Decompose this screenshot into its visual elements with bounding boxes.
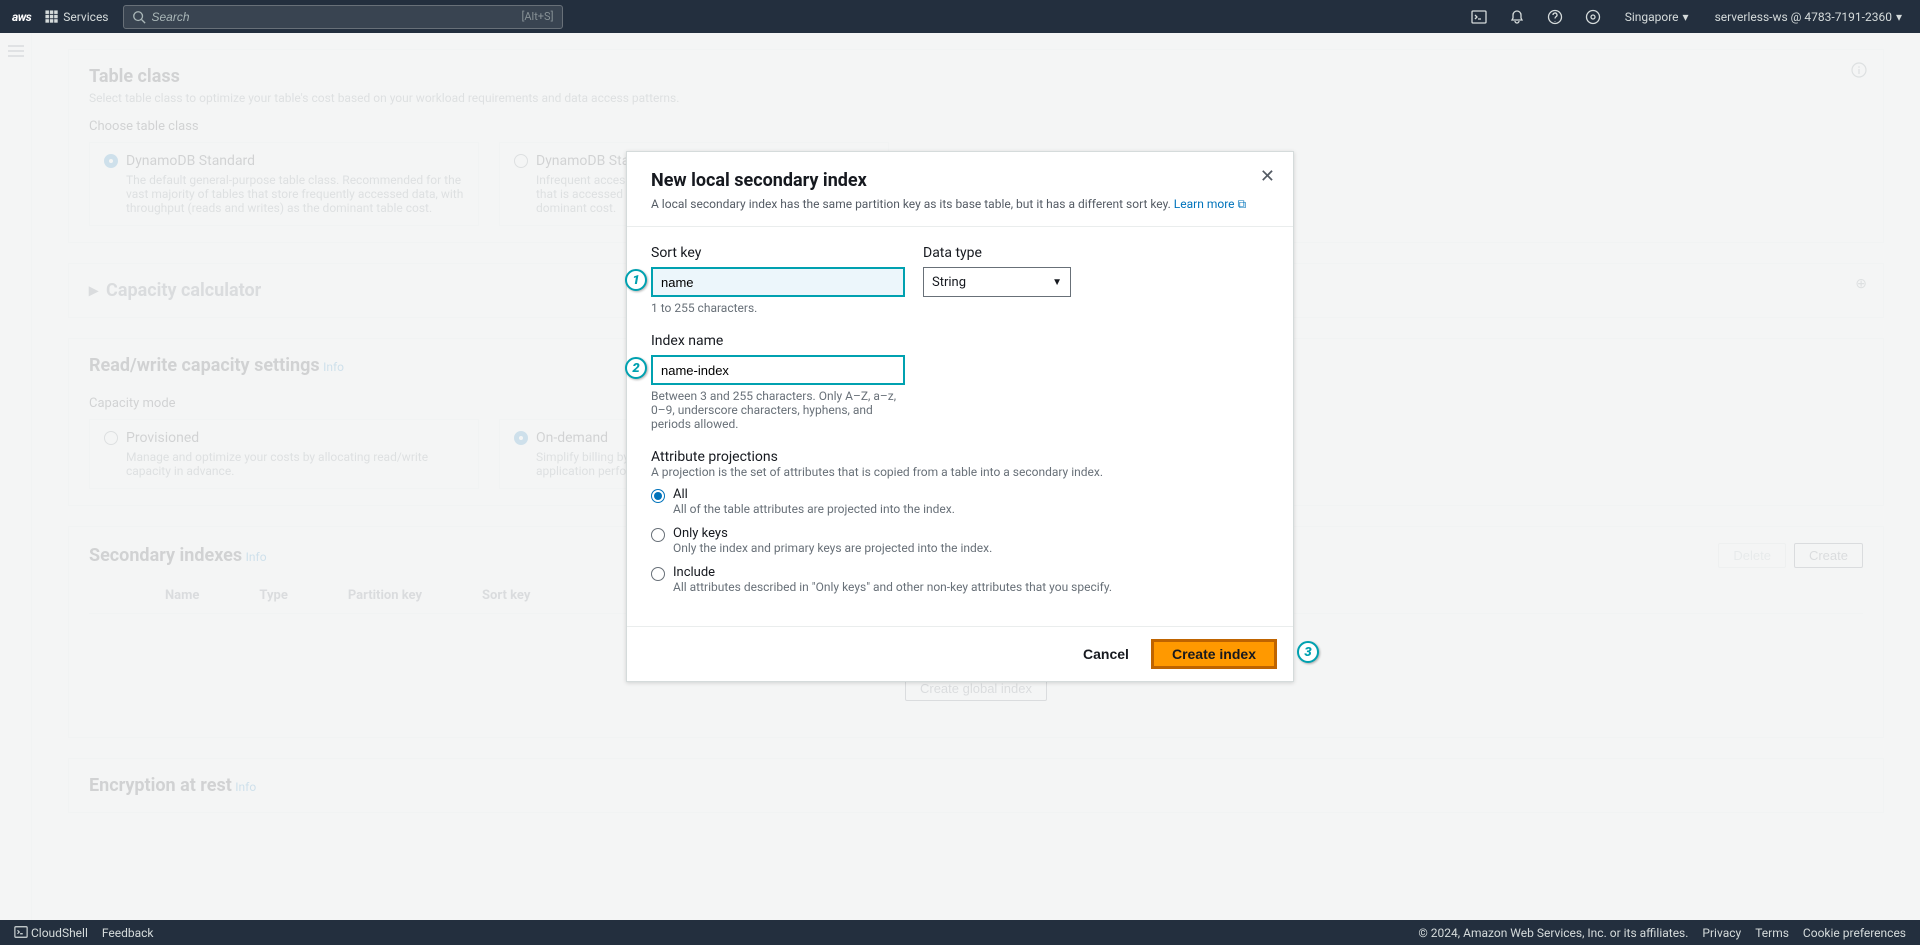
learn-more-link[interactable]: Learn more ⧉ [1174, 197, 1246, 211]
grid-icon [45, 10, 59, 24]
data-type-select[interactable]: String ▼ [923, 267, 1071, 297]
global-search[interactable]: [Alt+S] [123, 5, 563, 29]
caret-down-icon: ▼ [1052, 277, 1062, 288]
projection-all[interactable]: All All of the table attributes are proj… [651, 487, 1269, 516]
radio-desc: All of the table attributes are projecte… [673, 502, 955, 516]
attr-proj-title: Attribute projections [651, 449, 1269, 465]
modal-title: New local secondary index [651, 170, 1269, 191]
cloudshell-icon[interactable] [1467, 5, 1491, 29]
radio-icon [651, 528, 665, 542]
index-name-input[interactable] [651, 355, 905, 385]
region-label: Singapore [1625, 10, 1679, 24]
sort-key-hint: 1 to 255 characters. [651, 301, 901, 315]
radio-selected-icon [651, 489, 665, 503]
step-marker-3: 3 [1297, 641, 1319, 663]
cancel-button[interactable]: Cancel [1071, 640, 1141, 668]
copyright: © 2024, Amazon Web Services, Inc. or its… [1418, 926, 1688, 940]
services-menu[interactable]: Services [45, 10, 108, 24]
region-selector[interactable]: Singapore ▾ [1619, 10, 1695, 24]
account-selector[interactable]: serverless-ws @ 4783-7191-2360 ▾ [1709, 10, 1908, 24]
notifications-icon[interactable] [1505, 5, 1529, 29]
help-icon[interactable] [1543, 5, 1567, 29]
terms-link[interactable]: Terms [1755, 926, 1789, 940]
radio-label: All [673, 487, 955, 502]
sort-key-label: Sort key [651, 245, 905, 261]
create-index-button[interactable]: Create index [1151, 639, 1277, 669]
data-type-label: Data type [923, 245, 1071, 261]
projection-keys-only[interactable]: Only keys Only the index and primary key… [651, 526, 1269, 555]
external-link-icon: ⧉ [1238, 197, 1247, 211]
projection-include[interactable]: Include All attributes described in "Onl… [651, 565, 1269, 594]
feedback-link[interactable]: Feedback [102, 926, 154, 940]
data-type-value: String [932, 275, 966, 290]
search-shortcut: [Alt+S] [521, 10, 553, 23]
radio-desc: Only the index and primary keys are proj… [673, 541, 992, 555]
footer: CloudShell Feedback © 2024, Amazon Web S… [0, 920, 1920, 945]
caret-down-icon: ▾ [1683, 10, 1689, 24]
sort-key-input[interactable] [651, 267, 905, 297]
radio-label: Only keys [673, 526, 992, 541]
search-icon [132, 10, 146, 24]
modal-overlay: ✕ New local secondary index A local seco… [0, 33, 1920, 920]
settings-icon[interactable] [1581, 5, 1605, 29]
services-label: Services [63, 10, 108, 24]
caret-down-icon: ▾ [1896, 10, 1902, 24]
index-name-hint: Between 3 and 255 characters. Only A–Z, … [651, 389, 901, 431]
new-lsi-modal: ✕ New local secondary index A local seco… [626, 151, 1294, 682]
radio-desc: All attributes described in "Only keys" … [673, 580, 1112, 594]
radio-icon [651, 567, 665, 581]
aws-logo[interactable]: aws [12, 10, 31, 24]
attr-proj-desc: A projection is the set of attributes th… [651, 465, 1269, 479]
cloudshell-link[interactable]: CloudShell [14, 925, 88, 940]
step-marker-1: 1 [625, 269, 647, 291]
search-input[interactable] [152, 10, 452, 24]
radio-label: Include [673, 565, 1112, 580]
step-marker-2: 2 [625, 357, 647, 379]
top-nav: aws Services [Alt+S] Singapore ▾ serverl… [0, 0, 1920, 33]
modal-description: A local secondary index has the same par… [651, 197, 1269, 212]
account-label: serverless-ws @ 4783-7191-2360 [1715, 10, 1892, 24]
close-icon[interactable]: ✕ [1260, 166, 1275, 187]
cookies-link[interactable]: Cookie preferences [1803, 926, 1906, 940]
index-name-label: Index name [651, 333, 905, 349]
terminal-icon [14, 925, 28, 939]
privacy-link[interactable]: Privacy [1702, 926, 1741, 940]
